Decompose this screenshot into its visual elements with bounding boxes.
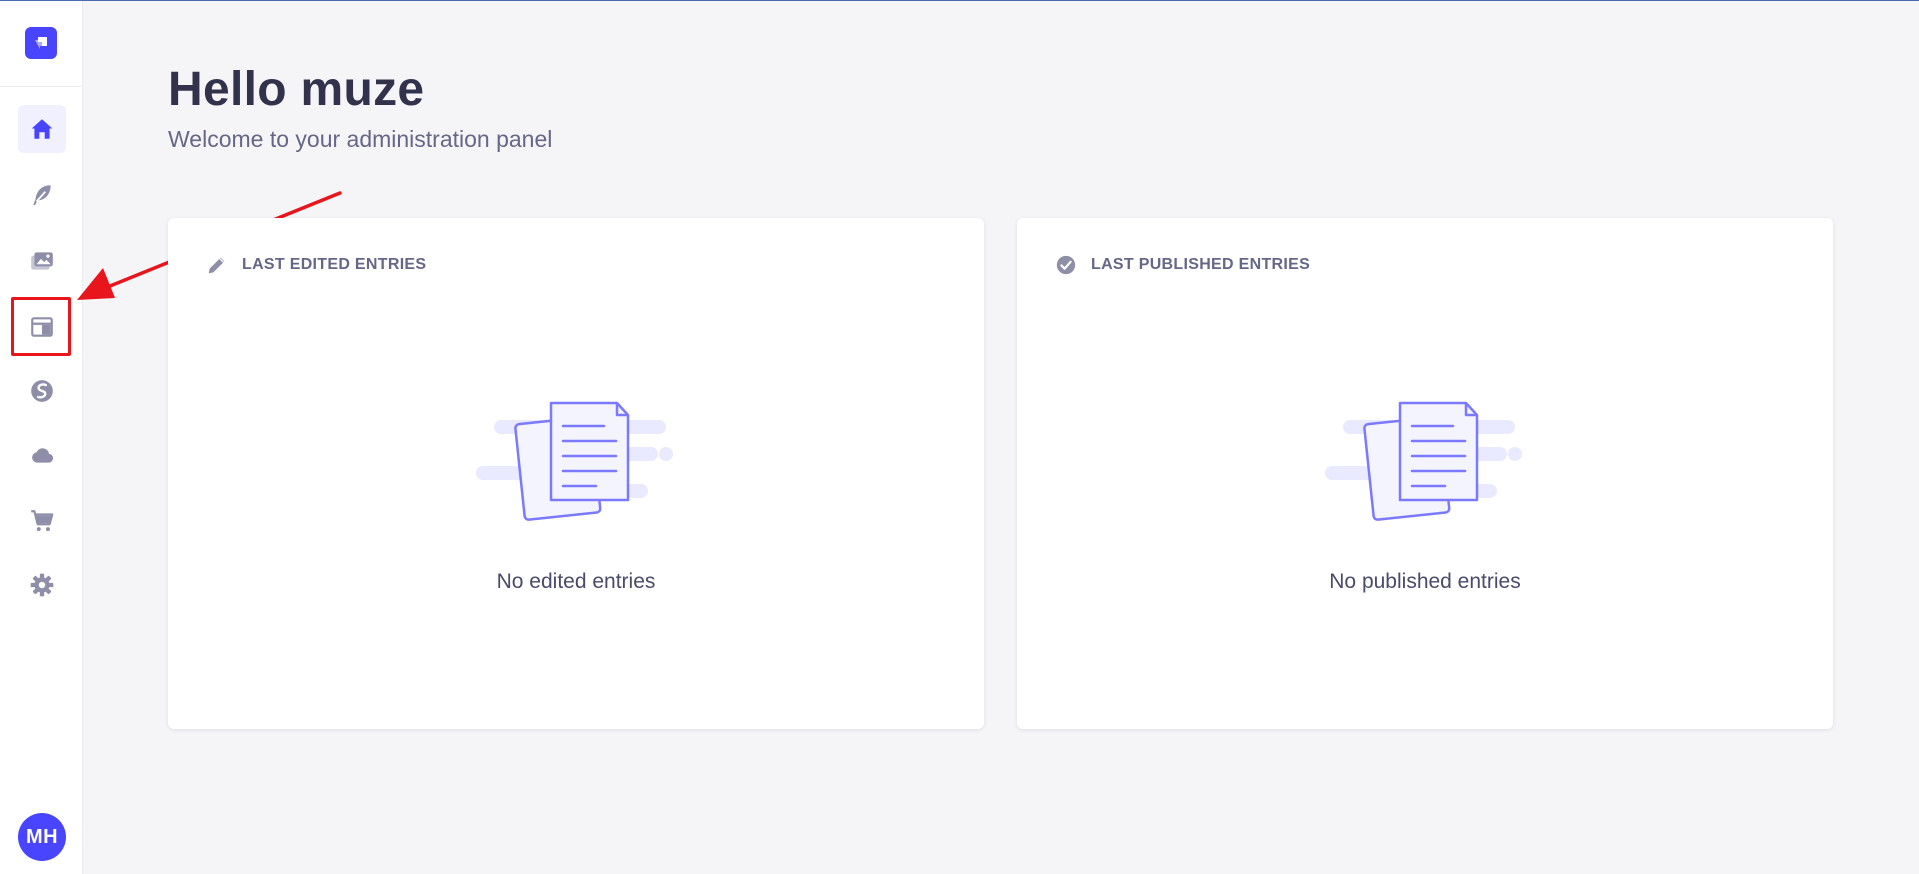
page-title: Hello muze — [168, 63, 425, 116]
sidebar-item-plugin[interactable] — [18, 367, 66, 415]
sidebar-item-marketplace[interactable] — [18, 497, 66, 545]
last-edited-entries-card: LAST EDITED ENTRIES No edited entries — [168, 218, 984, 729]
card-header: LAST PUBLISHED ENTRIES — [1055, 254, 1310, 276]
cart-icon — [31, 510, 54, 532]
cloud-icon — [32, 448, 54, 463]
check-circle-icon — [1056, 255, 1076, 275]
sidebar-item-settings[interactable] — [18, 561, 66, 609]
sidebar-item-home[interactable] — [18, 105, 66, 153]
gear-icon — [30, 573, 54, 597]
pencil-icon — [208, 257, 225, 274]
layout-icon — [31, 317, 53, 337]
sidebar-item-media-library[interactable] — [18, 237, 66, 285]
empty-documents-illustration — [476, 401, 673, 521]
image-icon — [31, 252, 53, 270]
page-subtitle: Welcome to your administration panel — [168, 126, 553, 152]
sidebar-item-content-type-builder[interactable] — [18, 303, 66, 351]
user-avatar[interactable]: MH — [18, 813, 66, 861]
card-title: LAST EDITED ENTRIES — [242, 256, 427, 273]
swirl-icon — [31, 380, 53, 402]
last-published-entries-card: LAST PUBLISHED ENTRIES No published entr… — [1017, 218, 1833, 729]
home-icon — [31, 119, 53, 139]
sidebar-item-content-manager[interactable] — [18, 171, 66, 219]
card-title: LAST PUBLISHED ENTRIES — [1091, 256, 1311, 273]
top-border — [0, 0, 1919, 1]
sidebar-item-cloud[interactable] — [18, 431, 66, 479]
empty-state-text: No published entries — [1329, 570, 1521, 593]
empty-documents-illustration — [1325, 401, 1522, 521]
sidebar-divider — [0, 86, 83, 87]
empty-state-text: No edited entries — [496, 570, 656, 593]
feather-icon — [33, 185, 51, 206]
card-header: LAST EDITED ENTRIES — [206, 254, 426, 276]
strapi-logo-icon[interactable] — [25, 27, 57, 59]
main-sidebar: MH — [0, 1, 83, 874]
